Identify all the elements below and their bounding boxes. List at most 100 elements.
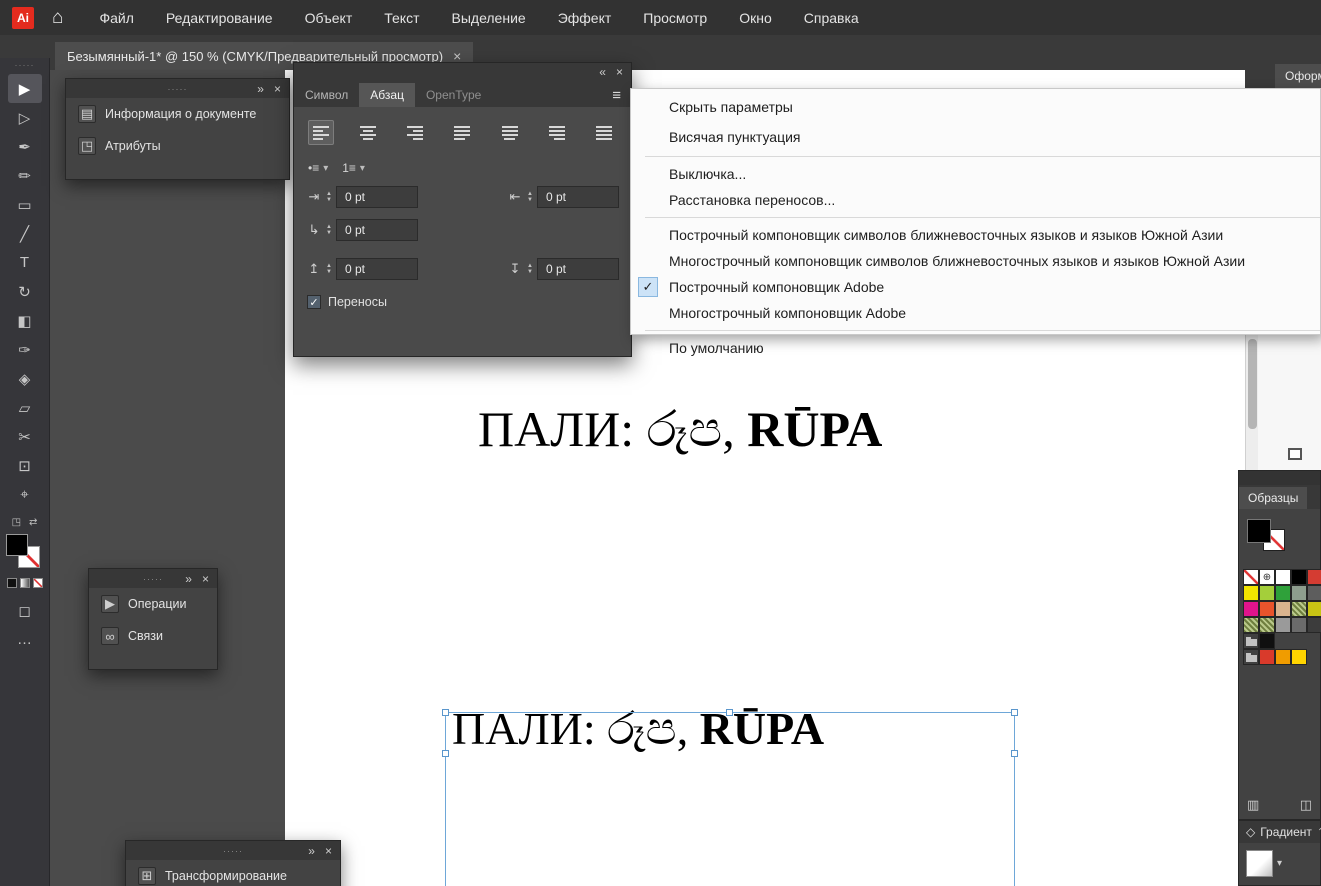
indent-left-stepper[interactable]: ▲▼: [326, 191, 332, 203]
tab-character[interactable]: Символ: [294, 83, 359, 107]
pencil-tool[interactable]: ✏: [8, 161, 42, 190]
swatch-color[interactable]: [1291, 649, 1307, 665]
artboard-tool[interactable]: ⊡: [8, 451, 42, 480]
swatch-color[interactable]: [1307, 601, 1321, 617]
swap-colors-icon[interactable]: ⇄: [29, 517, 37, 528]
menubar-item-window[interactable]: Окно: [723, 0, 788, 35]
gradient-mode-icon[interactable]: [20, 578, 30, 588]
swatch-color[interactable]: [1275, 649, 1291, 665]
blend-tool[interactable]: ▱: [8, 393, 42, 422]
swatch-color[interactable]: [1275, 617, 1291, 633]
swatch-kinds-icon[interactable]: ◫: [1300, 797, 1312, 813]
menu-item-hyphenation-settings[interactable]: Расстановка переносов...: [631, 187, 1320, 213]
type-tool[interactable]: T: [8, 248, 42, 277]
align-justify-left-button[interactable]: [449, 120, 475, 145]
indent-right-stepper[interactable]: ▲▼: [527, 191, 533, 203]
swatch-libraries-icon[interactable]: ▥: [1247, 797, 1259, 813]
align-center-button[interactable]: [355, 120, 381, 145]
space-after-input[interactable]: [537, 258, 619, 280]
swatch-group-folder[interactable]: [1243, 633, 1259, 649]
selection-handle-top-left[interactable]: [442, 709, 449, 716]
swatch-color[interactable]: [1243, 601, 1259, 617]
selection-handle-top-right[interactable]: [1011, 709, 1018, 716]
swatch-color[interactable]: [1259, 649, 1275, 665]
gradient-panel-header[interactable]: ◇ Градиент ⌃: [1239, 821, 1320, 843]
swatch-color[interactable]: [1275, 601, 1291, 617]
swatch-color[interactable]: [1307, 569, 1321, 585]
swatch-registration[interactable]: ⊕: [1259, 569, 1275, 585]
menubar-item-view[interactable]: Просмотр: [627, 0, 723, 35]
default-colors-icon[interactable]: ◳: [12, 517, 21, 528]
swatch-color[interactable]: [1291, 617, 1307, 633]
close-panel-icon[interactable]: ×: [325, 844, 332, 858]
indent-right-input[interactable]: [537, 186, 619, 208]
tab-paragraph[interactable]: Абзац: [359, 83, 415, 107]
close-panel-icon[interactable]: ×: [274, 82, 281, 96]
sidebar-item-transform[interactable]: ⊞ Трансформирование: [126, 860, 340, 886]
align-right-button[interactable]: [402, 120, 428, 145]
zoom-tool[interactable]: ⌖: [8, 480, 42, 509]
swatch-pattern[interactable]: [1259, 617, 1275, 633]
tab-appearance[interactable]: Оформ: [1275, 64, 1321, 88]
toolbar-grip[interactable]: ·····: [15, 60, 35, 70]
swatch-color[interactable]: [1259, 601, 1275, 617]
indent-left-input[interactable]: [336, 186, 418, 208]
menu-item-adobe-single-line-composer[interactable]: ✓Построчный компоновщик Adobe: [631, 274, 1320, 300]
panel-grip[interactable]: ·····: [223, 846, 243, 856]
swatch-pattern[interactable]: [1243, 617, 1259, 633]
menu-item-reset-to-default[interactable]: По умолчанию: [631, 335, 1320, 361]
menubar-item-type[interactable]: Текст: [368, 0, 435, 35]
menu-item-middle-eastern-single-line-composer[interactable]: Построчный компоновщик символов ближнево…: [631, 222, 1320, 248]
gradient-thumbnail[interactable]: [1246, 850, 1273, 877]
menubar-item-effect[interactable]: Эффект: [542, 0, 628, 35]
sidebar-item-links[interactable]: ∞ Связи: [89, 620, 217, 652]
align-left-button[interactable]: [308, 120, 334, 145]
swatch-color[interactable]: [1259, 585, 1275, 601]
selection-handle-top-center[interactable]: [726, 709, 733, 716]
menu-item-hide-options[interactable]: Скрыть параметры: [631, 92, 1320, 122]
scissors-tool[interactable]: ✂: [8, 422, 42, 451]
rotate-tool[interactable]: ↻: [8, 277, 42, 306]
rectangle-tool[interactable]: ▭: [8, 190, 42, 219]
panel-grip[interactable]: ·····: [143, 574, 163, 584]
more-tools-icon[interactable]: …: [8, 625, 42, 654]
swatch-color[interactable]: [1275, 585, 1291, 601]
numbered-list-button[interactable]: 1≡ ▾: [342, 161, 365, 175]
align-justify-center-button[interactable]: [497, 120, 523, 145]
close-panel-icon[interactable]: ×: [616, 65, 623, 79]
paragraph-panel-menu-button[interactable]: ≡: [602, 87, 631, 107]
swatch-none[interactable]: [1243, 569, 1259, 585]
fill-color-swatch[interactable]: [6, 534, 28, 556]
sidebar-item-attributes[interactable]: ◳ Атрибуты: [66, 130, 289, 162]
artboard-panel-icon[interactable]: [1288, 448, 1302, 460]
menubar-item-select[interactable]: Выделение: [436, 0, 542, 35]
menubar-item-object[interactable]: Объект: [289, 0, 369, 35]
none-mode-icon[interactable]: [33, 578, 43, 588]
menubar-item-edit[interactable]: Редактирование: [150, 0, 289, 35]
swatch-color[interactable]: [1291, 569, 1307, 585]
collapse-panel-icon[interactable]: »: [185, 572, 192, 586]
menu-item-justification[interactable]: Выключка...: [631, 161, 1320, 187]
chevron-down-icon[interactable]: ▾: [1277, 858, 1282, 869]
pen-tool[interactable]: ✒: [8, 132, 42, 161]
draw-mode-icon[interactable]: ◻: [8, 596, 42, 625]
collapse-panel-icon[interactable]: »: [308, 844, 315, 858]
collapse-panel-icon[interactable]: «: [599, 65, 606, 79]
space-before-input[interactable]: [336, 258, 418, 280]
bullet-list-button[interactable]: •≡ ▾: [308, 161, 328, 175]
collapse-panel-icon[interactable]: ⌃: [1317, 827, 1321, 838]
selection-handle-middle-right[interactable]: [1011, 750, 1018, 757]
first-line-indent-stepper[interactable]: ▲▼: [326, 224, 332, 236]
current-fill-swatch[interactable]: [1247, 519, 1271, 543]
swatch-color[interactable]: [1259, 633, 1275, 649]
menubar-item-file[interactable]: Файл: [83, 0, 149, 35]
hyphenation-checkbox[interactable]: ✓ Переносы: [294, 295, 631, 309]
swatch-color[interactable]: [1307, 617, 1321, 633]
paragraph-panel-header[interactable]: « ×: [294, 63, 631, 81]
space-after-stepper[interactable]: ▲▼: [527, 263, 533, 275]
tab-opentype[interactable]: OpenType: [415, 83, 492, 107]
swatch-pattern[interactable]: [1291, 601, 1307, 617]
selection-tool[interactable]: ▶: [8, 74, 42, 103]
transform-panel-header[interactable]: ····· » ×: [126, 841, 340, 860]
menu-item-middle-eastern-every-line-composer[interactable]: Многострочный компоновщик символов ближн…: [631, 248, 1320, 274]
